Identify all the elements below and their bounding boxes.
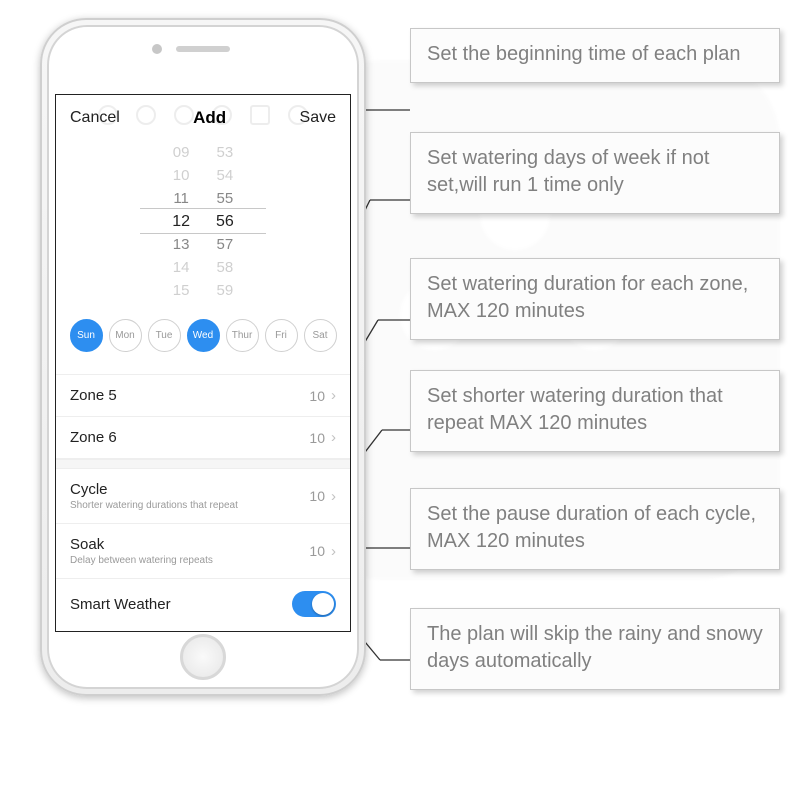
smart-weather-label: Smart Weather	[70, 596, 171, 613]
cycle-row[interactable]: Cycle Shorter watering durations that re…	[56, 469, 350, 524]
chevron-right-icon: ›	[331, 488, 336, 505]
app-screen: Cancel Add Save 091011121314155354555657…	[55, 94, 351, 632]
smart-weather-toggle[interactable]	[292, 591, 336, 617]
chevron-right-icon: ›	[331, 543, 336, 560]
day-wed[interactable]: Wed	[187, 319, 220, 352]
picker-col-minutes[interactable]: 53545556575859	[216, 141, 234, 301]
day-thur[interactable]: Thur	[226, 319, 259, 352]
picker-value: 58	[217, 256, 234, 279]
cancel-button[interactable]: Cancel	[70, 109, 120, 127]
phone-frame: Cancel Add Save 091011121314155354555657…	[40, 18, 366, 696]
settings-list: Zone 5 10 › Zone 6 10 › Cycle	[56, 375, 350, 629]
day-sat[interactable]: Sat	[304, 319, 337, 352]
smart-weather-row[interactable]: Smart Weather	[56, 579, 350, 629]
cycle-label: Cycle	[70, 481, 238, 498]
day-sun[interactable]: Sun	[70, 319, 103, 352]
picker-value: 53	[217, 141, 234, 164]
chevron-right-icon: ›	[331, 387, 336, 404]
picker-value: 12	[172, 210, 190, 233]
picker-value: 14	[173, 256, 190, 279]
time-picker[interactable]: 09101112131415 53545556575859	[56, 141, 350, 301]
zone-value: 10	[309, 430, 325, 446]
callout-cycle: Set shorter watering duration that repea…	[410, 370, 780, 452]
callout-zone: Set watering duration for each zone, MAX…	[410, 258, 780, 340]
callout-soak: Set the pause duration of each cycle, MA…	[410, 488, 780, 570]
section-gap	[56, 459, 350, 469]
soak-value: 10	[309, 543, 325, 559]
soak-label: Soak	[70, 536, 213, 553]
callout-time: Set the beginning time of each plan	[410, 28, 780, 83]
picker-value: 55	[217, 187, 234, 210]
zone-value: 10	[309, 388, 325, 404]
phone-camera	[152, 44, 162, 54]
cycle-value: 10	[309, 488, 325, 504]
picker-value: 57	[217, 233, 234, 256]
picker-value: 11	[173, 187, 189, 210]
cycle-sub: Shorter watering durations that repeat	[70, 500, 238, 511]
day-fri[interactable]: Fri	[265, 319, 298, 352]
picker-value: 10	[173, 164, 190, 187]
picker-value: 13	[173, 233, 190, 256]
picker-value: 59	[217, 279, 234, 302]
page-title: Add	[193, 108, 226, 128]
zone-row[interactable]: Zone 5 10 ›	[56, 375, 350, 417]
picker-value: 56	[216, 210, 234, 233]
save-button[interactable]: Save	[300, 109, 336, 127]
picker-value: 54	[217, 164, 234, 187]
soak-sub: Delay between watering repeats	[70, 555, 213, 566]
callout-days: Set watering days of week if not set,wil…	[410, 132, 780, 214]
zone-label: Zone 6	[70, 429, 117, 446]
callout-weather: The plan will skip the rainy and snowy d…	[410, 608, 780, 690]
soak-row[interactable]: Soak Delay between watering repeats 10 ›	[56, 524, 350, 579]
zone-label: Zone 5	[70, 387, 117, 404]
day-tue[interactable]: Tue	[148, 319, 181, 352]
header-bar: Cancel Add Save	[56, 95, 350, 141]
phone-home-button[interactable]	[180, 634, 226, 680]
phone-earpiece	[176, 46, 230, 52]
chevron-right-icon: ›	[331, 429, 336, 446]
picker-value: 09	[173, 141, 190, 164]
picker-col-hours[interactable]: 09101112131415	[172, 141, 190, 301]
day-mon[interactable]: Mon	[109, 319, 142, 352]
zone-row[interactable]: Zone 6 10 ›	[56, 417, 350, 459]
picker-value: 15	[173, 279, 190, 302]
weekday-selector: SunMonTueWedThurFriSat	[56, 301, 350, 375]
